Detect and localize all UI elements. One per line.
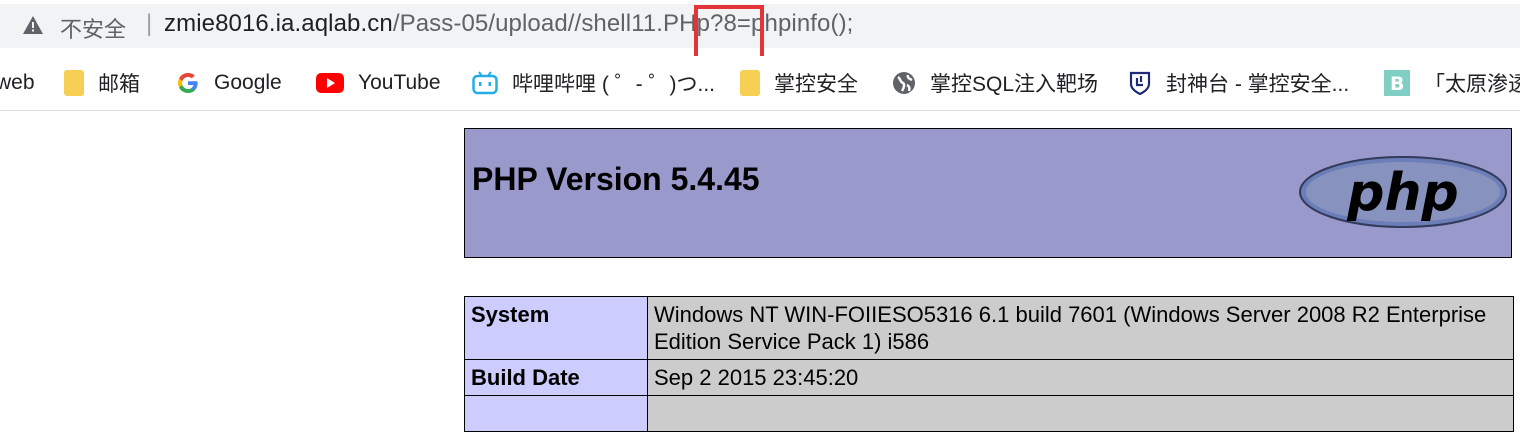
phpinfo-table: System Windows NT WIN-FOIIESO5316 6.1 bu… — [464, 296, 1514, 432]
svg-text:B: B — [1390, 73, 1404, 95]
phpinfo-header: PHP Version 5.4.45 php — [464, 128, 1512, 258]
bookmark-label: 「太原渗透 — [1424, 73, 1520, 96]
address-bar: 不安全 | zmie8016.ia.aqlab.cn/Pass-05/uploa… — [0, 0, 1520, 67]
bookmark-bilibili[interactable]: 哔哩哔哩 ( ゜- ゜)つ... — [472, 56, 715, 110]
bookmark-label: 哔哩哔哩 ( ゜- ゜)つ... — [512, 73, 715, 96]
url-host: zmie8016.ia.aqlab.cn — [164, 10, 393, 37]
warning-icon[interactable] — [22, 14, 44, 36]
omnibox-separator: | — [146, 10, 153, 37]
row-value — [647, 395, 1514, 432]
b-icon: B — [1384, 70, 1410, 96]
php-logo[interactable]: php — [1298, 155, 1508, 229]
url-path: /Pass-05/upload//shell11.PHp?8=phpinfo()… — [392, 10, 854, 37]
bookmark-label: web — [0, 71, 35, 94]
bookmark-zhangkong-security[interactable]: 掌控安全 — [740, 56, 858, 110]
globe-icon — [893, 72, 915, 94]
folder-icon — [740, 70, 760, 96]
bookmark-web[interactable]: web — [0, 56, 35, 110]
bookmark-label: YouTube — [358, 71, 441, 94]
bookmark-mailbox[interactable]: 邮箱 — [64, 56, 140, 110]
bookmark-label: 掌控SQL注入靶场 — [930, 73, 1099, 96]
bookmark-label: 邮箱 — [98, 73, 140, 96]
bookmark-taiyuan[interactable]: B 「太原渗透 — [1384, 56, 1520, 110]
row-value: Windows NT WIN-FOIIESO5316 6.1 build 760… — [647, 296, 1514, 360]
bookmark-label: 封神台 - 掌控安全... — [1166, 73, 1350, 96]
google-icon — [178, 73, 198, 93]
row-key — [464, 395, 648, 432]
php-logo-text: php — [1346, 163, 1458, 223]
bookmark-google[interactable]: Google — [176, 56, 282, 110]
table-row: System Windows NT WIN-FOIIESO5316 6.1 bu… — [464, 296, 1514, 360]
youtube-icon — [316, 73, 344, 93]
security-label[interactable]: 不安全 — [60, 12, 126, 44]
bookmark-fengshentai[interactable]: 封神台 - 掌控安全... — [1128, 56, 1349, 110]
table-row: Build Date Sep 2 2015 23:45:20 — [464, 359, 1514, 396]
bookmark-label: Google — [214, 71, 282, 94]
bookmark-label: 掌控安全 — [774, 73, 858, 96]
row-value: Sep 2 2015 23:45:20 — [647, 359, 1514, 396]
bookmark-sql-lab[interactable]: 掌控SQL注入靶场 — [892, 56, 1098, 110]
shield-icon — [1129, 71, 1151, 95]
bookmark-youtube[interactable]: YouTube — [316, 56, 441, 110]
page-title: PHP Version 5.4.45 — [472, 161, 760, 197]
bookmarks-bar: web 邮箱 Google YouTube 哔哩哔哩 ( ゜- ゜)つ... 掌… — [0, 56, 1520, 111]
bilibili-icon — [472, 71, 498, 95]
table-row — [464, 395, 1514, 432]
row-key: System — [464, 296, 648, 360]
row-key: Build Date — [464, 359, 648, 396]
folder-icon — [64, 70, 84, 96]
